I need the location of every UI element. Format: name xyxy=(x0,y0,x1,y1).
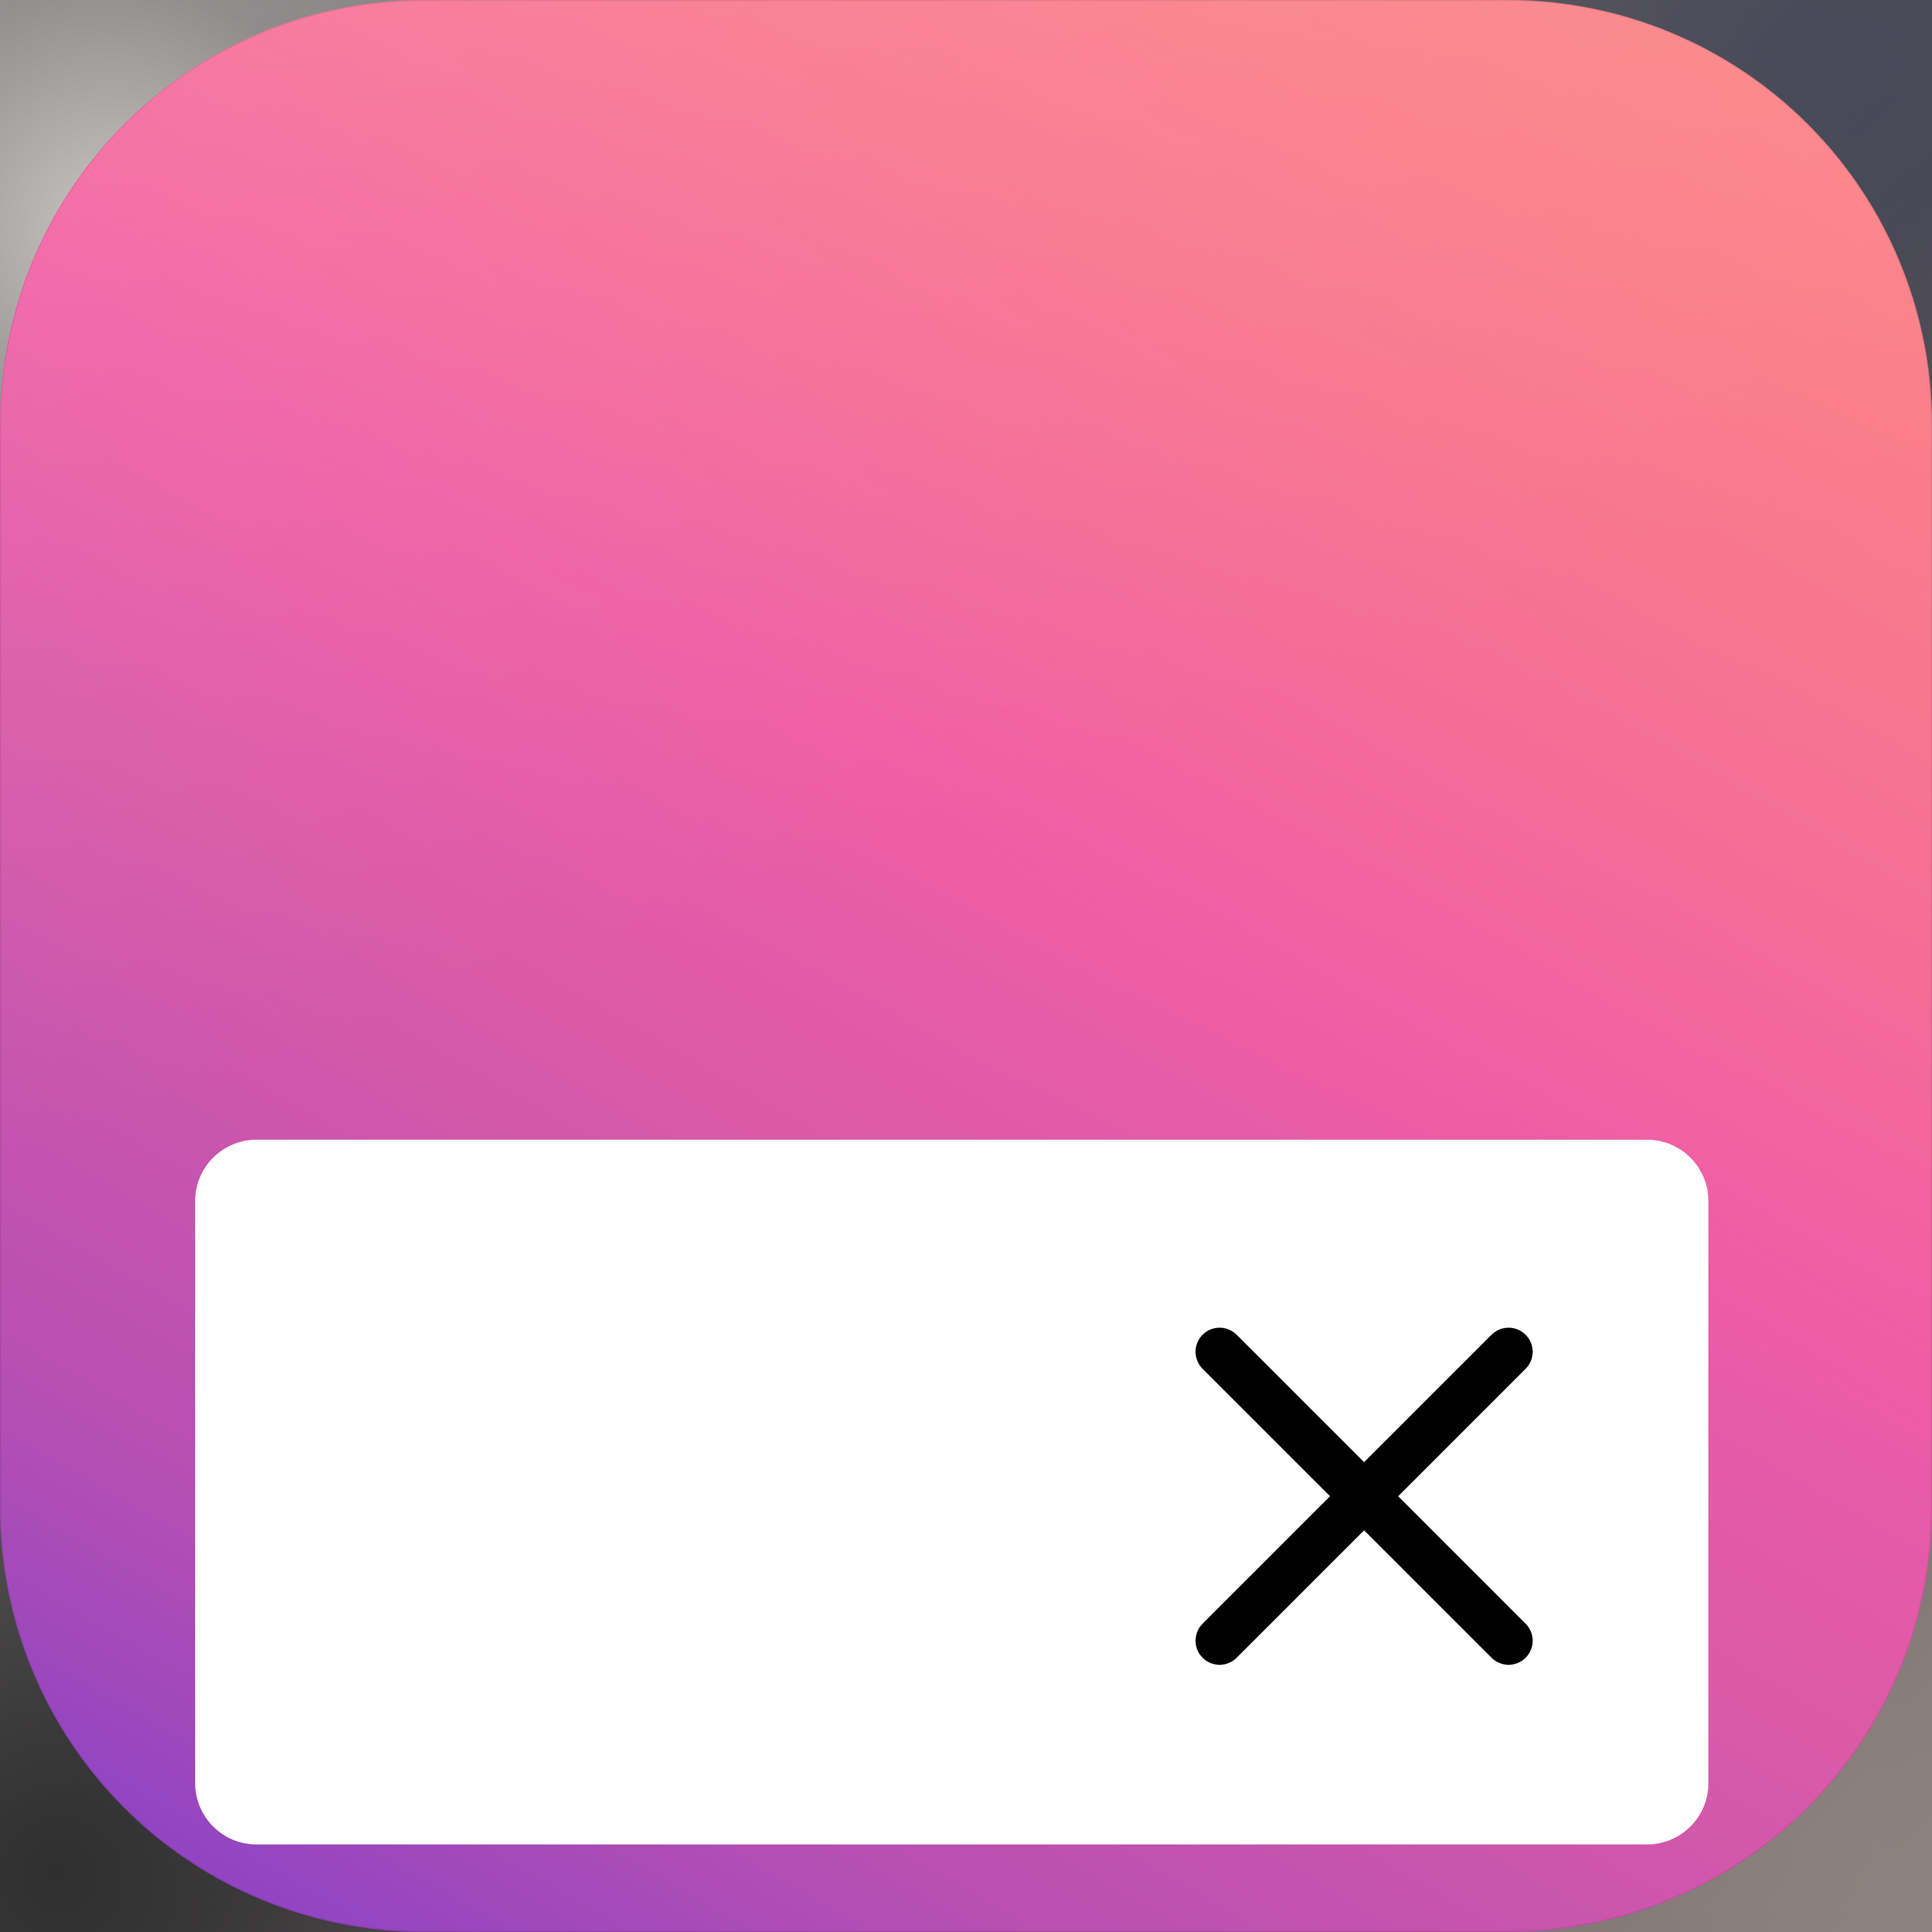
close-button[interactable] xyxy=(1192,1324,1536,1668)
app-icon[interactable] xyxy=(0,0,1932,1932)
home-screen xyxy=(0,0,1932,1932)
close-icon xyxy=(1195,1328,1533,1665)
